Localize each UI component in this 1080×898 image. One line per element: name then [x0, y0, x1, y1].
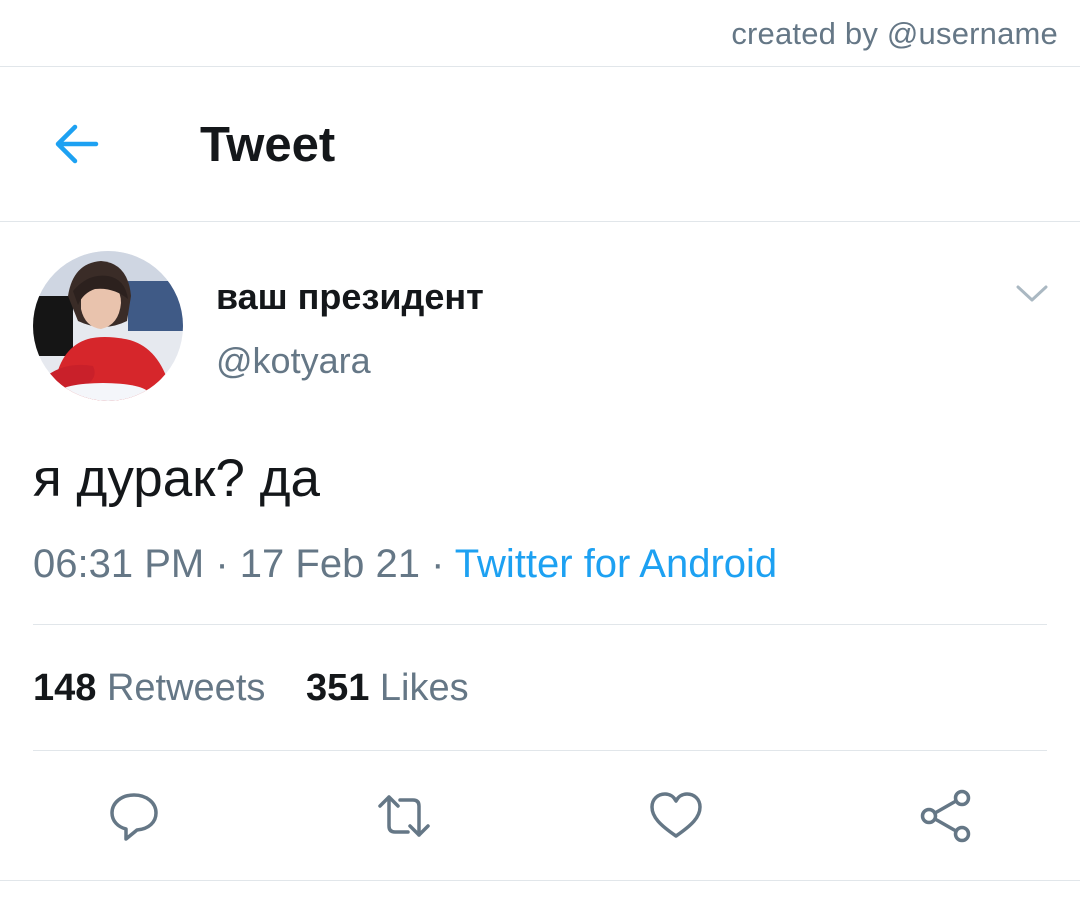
likes-stat[interactable]: 351 Likes — [306, 667, 469, 710]
heart-icon — [650, 792, 702, 838]
retweets-count: 148 — [33, 667, 97, 709]
bottom-divider — [0, 880, 1080, 881]
reply-button[interactable] — [104, 786, 164, 846]
divider — [33, 750, 1047, 751]
like-button[interactable] — [646, 786, 706, 846]
credit-bar: created by @username — [0, 0, 1080, 67]
divider — [33, 624, 1047, 625]
tweet-stats: 148 Retweets 351 Likes — [33, 667, 499, 710]
avatar-image — [33, 251, 183, 401]
comment-icon — [110, 793, 158, 841]
share-button[interactable] — [916, 786, 976, 846]
retweets-label: Retweets — [106, 667, 266, 709]
tweet-meta: 06:31 PM · 17 Feb 21 · Twitter for Andro… — [33, 542, 777, 587]
likes-label: Likes — [379, 667, 469, 709]
tweet-text: я дурак? да — [33, 449, 320, 508]
author-display-name[interactable]: ваш президент — [216, 276, 484, 318]
retweets-stat[interactable]: 148 Retweets — [33, 667, 265, 710]
back-button[interactable] — [48, 119, 106, 169]
tweet-date: 17 Feb 21 — [239, 542, 420, 586]
arrow-left-icon — [55, 124, 99, 164]
app-header: Tweet — [0, 67, 1080, 222]
author-handle: @kotyara — [216, 340, 371, 381]
meta-separator: · — [431, 542, 445, 586]
tweet-time: 06:31 PM — [33, 542, 205, 586]
chevron-down-icon — [1016, 285, 1048, 302]
share-icon — [920, 789, 971, 843]
page-title: Tweet — [200, 118, 336, 172]
avatar[interactable] — [33, 251, 183, 401]
more-options-button[interactable] — [1012, 276, 1052, 310]
likes-count: 351 — [305, 667, 370, 709]
meta-separator: · — [215, 542, 229, 586]
credit-text: created by @username — [731, 16, 1058, 51]
retweet-button[interactable] — [374, 786, 434, 846]
tweet-source-link[interactable]: Twitter for Android — [455, 542, 777, 586]
retweet-icon — [378, 795, 430, 837]
